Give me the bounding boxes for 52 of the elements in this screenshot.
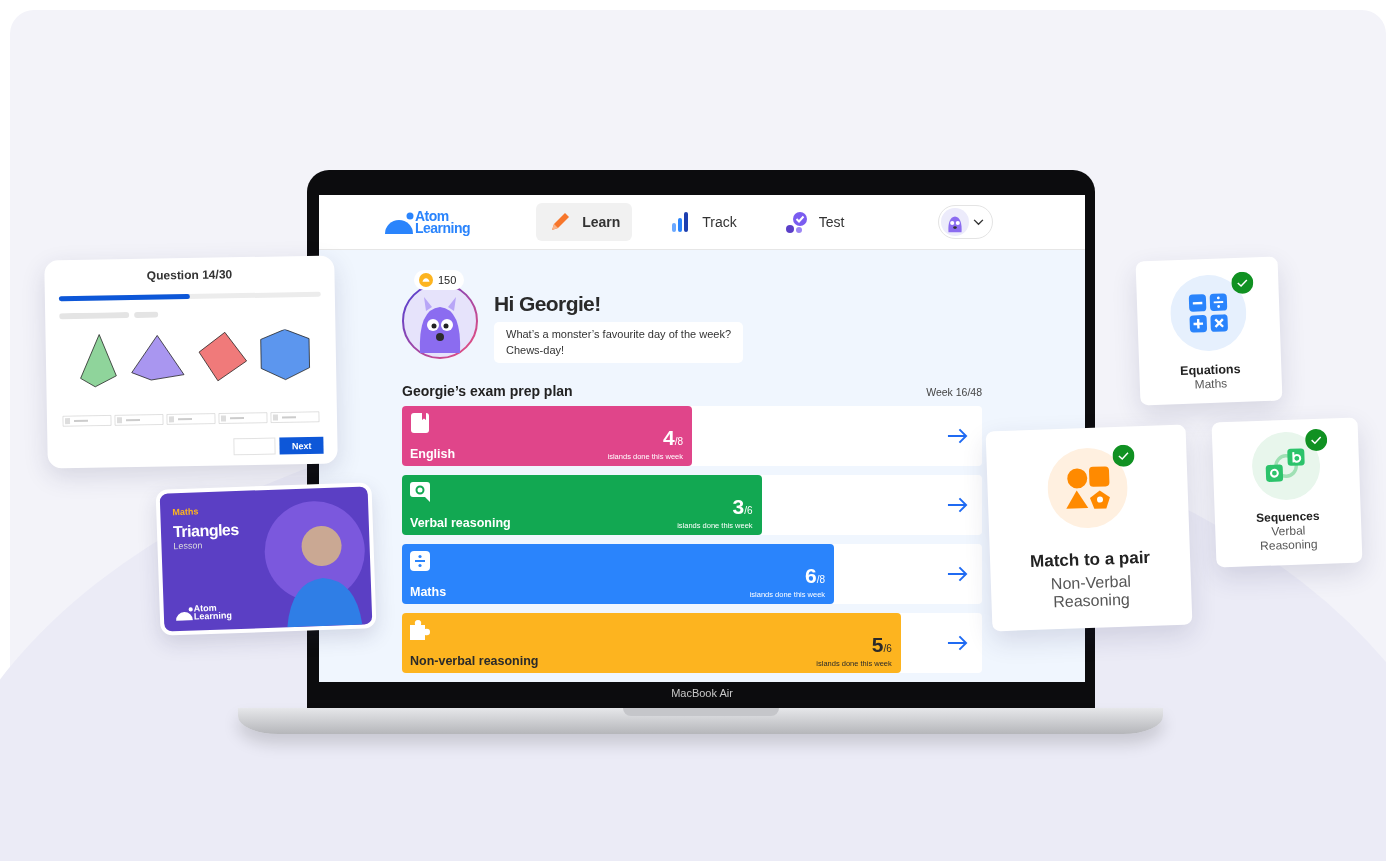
- divide-icon: [410, 551, 430, 571]
- greeting-title: Hi Georgie!: [494, 292, 602, 316]
- logo-text: Atom Learning: [193, 603, 233, 621]
- shapes-icon: [1046, 446, 1129, 530]
- logo-text: Atom Learning: [415, 210, 471, 234]
- logo-icon: [175, 606, 195, 622]
- arrow-right-icon[interactable]: [947, 635, 968, 651]
- check-circles-icon: [784, 210, 809, 234]
- islands-score: 3/6: [732, 497, 753, 520]
- topic-subject: Maths: [1194, 376, 1228, 392]
- arrow-right-icon[interactable]: [947, 428, 968, 444]
- joke-line: Chews-day!: [506, 343, 566, 358]
- lesson-subject: Maths: [172, 505, 200, 518]
- account-menu-button[interactable]: [938, 205, 993, 239]
- topic-subject: Verbal Reasoning: [1259, 523, 1318, 554]
- topic-title: Equations: [1179, 361, 1241, 379]
- book-icon: [410, 413, 430, 433]
- topic-card[interactable]: Match to a pair Non-Verbal Reasoning: [985, 424, 1193, 632]
- nav-tab[interactable]: Track: [656, 203, 749, 241]
- nav-tab[interactable]: Learn: [536, 203, 633, 241]
- islands-score: 5/6: [871, 635, 892, 658]
- chevron-down-icon: [973, 218, 984, 226]
- lesson-type: Lesson: [173, 540, 204, 552]
- plan-title: Georgie’s exam prep plan: [402, 383, 573, 399]
- joke-line: What’s a monster’s favourite day of the week?: [506, 327, 731, 342]
- subject-name: English: [410, 447, 456, 461]
- islands-score: 4/8: [662, 428, 683, 451]
- coin-icon: [419, 273, 433, 287]
- arrow-right-icon[interactable]: [947, 497, 968, 513]
- islands-score: 6/8: [805, 566, 826, 589]
- linked-tiles-icon: [1250, 430, 1322, 502]
- subject-name: Maths: [410, 585, 447, 599]
- nav-tab[interactable]: Test: [772, 203, 857, 241]
- subject-name: Non-verbal reasoning: [410, 654, 539, 668]
- lesson-title: Triangles: [172, 520, 240, 542]
- topic-card[interactable]: Equations Maths: [1135, 256, 1283, 406]
- next-button[interactable]: Next: [279, 436, 324, 455]
- topic-title: Match to a pair: [1029, 547, 1151, 573]
- laptop-model-label: MacBook Air: [671, 687, 733, 699]
- logo-icon: [385, 212, 415, 234]
- topic-subject: Non-Verbal Reasoning: [1049, 571, 1133, 613]
- subject-name: Verbal reasoning: [410, 516, 511, 530]
- speech-bubble-icon: [410, 482, 430, 502]
- puzzle-piece-icon: [410, 620, 430, 640]
- question-counter: Question 14/30: [146, 267, 233, 283]
- topic-title: Sequences: [1255, 508, 1320, 526]
- week-counter: Week 16/48: [926, 386, 982, 398]
- arrow-right-icon[interactable]: [947, 566, 968, 582]
- math-operators-icon: [1169, 273, 1248, 353]
- monster-avatar-icon: [941, 208, 969, 236]
- coin-count: 150: [438, 274, 457, 286]
- topic-card[interactable]: Sequences Verbal Reasoning: [1211, 417, 1363, 568]
